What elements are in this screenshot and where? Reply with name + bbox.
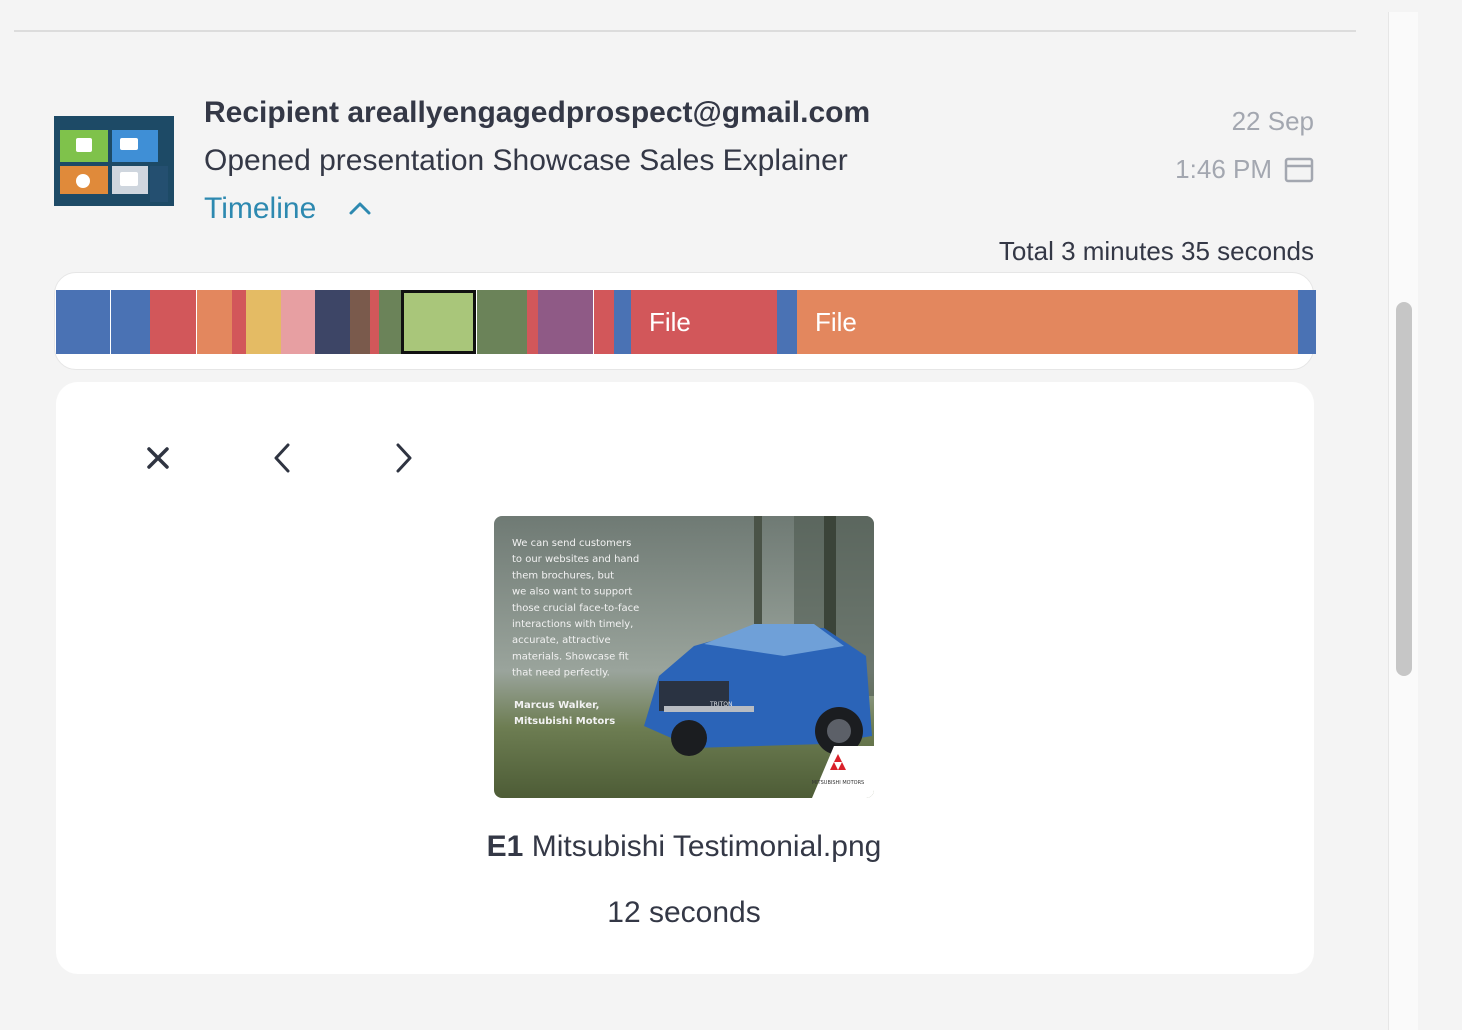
timeline-segment[interactable]	[777, 290, 797, 354]
preview-quote-line: that need perfectly.	[512, 668, 610, 679]
timeline-segment[interactable]	[614, 290, 632, 354]
activity-time: 1:46 PM	[1175, 154, 1272, 184]
preview-quote-line: accurate, attractive	[512, 635, 611, 646]
preview-quote-line: we also want to support	[512, 587, 632, 598]
timeline-segment[interactable]	[538, 290, 593, 354]
timeline-segment[interactable]	[56, 290, 110, 354]
timeline-segment[interactable]	[1298, 290, 1316, 354]
timeline-segment[interactable]	[379, 290, 402, 354]
preview-quote-line: interactions with timely,	[512, 619, 633, 630]
preview-quote-line: them brochures, but	[512, 570, 614, 581]
timeline-segment[interactable]: File	[631, 290, 777, 354]
timeline-segment[interactable]: File	[797, 290, 1298, 354]
calendar-icon[interactable]	[1284, 156, 1314, 184]
recipient-label: Recipient	[204, 96, 340, 129]
timeline-segment[interactable]	[150, 290, 196, 354]
timeline-segment[interactable]	[350, 290, 370, 354]
preview-quote-line: those crucial face-to-face	[512, 603, 639, 614]
slide-preview-image[interactable]: MITSUBISHI MOTORS TRITON We can send cus…	[494, 516, 874, 798]
recipient-email: areallyengagedprospect@gmail.com	[347, 96, 871, 129]
timeline-segment[interactable]	[315, 290, 350, 354]
total-duration: Total 3 minutes 35 seconds	[998, 236, 1314, 266]
timeline-segment[interactable]	[594, 290, 614, 354]
recipient-line: Recipient areallyengagedprospect@gmail.c…	[204, 96, 870, 130]
file-title: E1 Mitsubishi Testimonial.png	[0, 830, 1368, 864]
presentation-thumbnail[interactable]	[54, 116, 174, 206]
preview-quote-line: to our websites and hand	[512, 554, 639, 565]
close-icon[interactable]	[138, 438, 178, 478]
preview-author-line: Mitsubishi Motors	[514, 716, 615, 727]
chevron-left-icon[interactable]	[262, 438, 302, 478]
file-name: Mitsubishi Testimonial.png	[531, 830, 882, 863]
file-code: E1	[486, 830, 524, 863]
activity-description: Opened presentation Showcase Sales Expla…	[204, 144, 848, 177]
scrollbar-thumb[interactable]	[1396, 302, 1412, 676]
top-divider	[14, 30, 1356, 32]
activity-date: 22 Sep	[1231, 106, 1314, 136]
timeline-segment[interactable]	[281, 290, 315, 354]
chevron-up-icon[interactable]	[348, 200, 372, 216]
timeline-segment[interactable]	[111, 290, 150, 354]
preview-author-line: Marcus Walker,	[514, 700, 599, 711]
timeline-segment[interactable]	[401, 290, 476, 354]
preview-quote-line: We can send customers	[512, 538, 631, 549]
timeline-bar: File File	[56, 290, 1316, 354]
chevron-right-icon[interactable]	[384, 438, 424, 478]
preview-quote-line: materials. Showcase fit	[512, 651, 629, 662]
timeline-segment[interactable]	[197, 290, 232, 354]
file-duration: 12 seconds	[607, 896, 761, 929]
timeline-toggle[interactable]: Timeline	[204, 192, 316, 226]
timeline-segment[interactable]	[477, 290, 527, 354]
timeline-segment[interactable]	[246, 290, 281, 354]
preview-vehicle-badge: TRITON	[709, 701, 732, 708]
preview-logo-text: MITSUBISHI MOTORS	[812, 780, 864, 786]
